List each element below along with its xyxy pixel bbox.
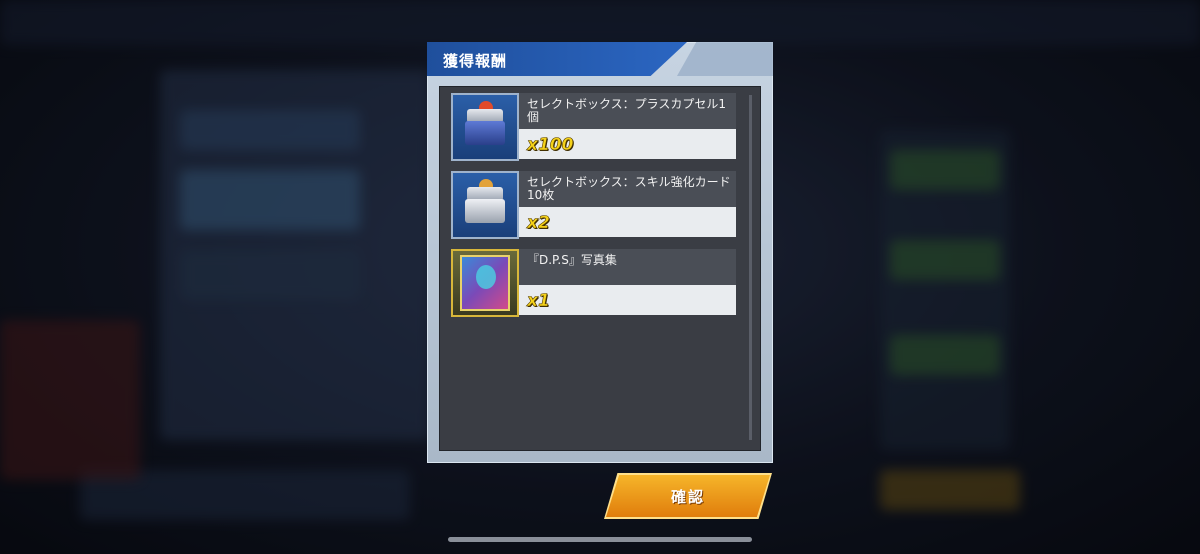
reward-item-name: セレクトボックス：スキル強化カード10枚 [527,175,731,202]
scrollbar[interactable] [749,95,752,440]
reward-dialog: 獲得報酬 セレクトボックス：プラスカプセル1個 x100 セレクトボックス：スキ… [427,42,773,463]
confirm-button[interactable]: 確認 [606,475,770,517]
reward-list[interactable]: セレクトボックス：プラスカプセル1個 x100 セレクトボックス：スキル強化カー… [439,86,761,451]
photo-album-icon [451,249,519,317]
reward-item-name: セレクトボックス：プラスカプセル1個 [527,97,727,124]
reward-item-photo-album[interactable]: 『D.P.S』写真集 x1 [451,249,736,319]
reward-item-quantity: x100 [527,135,574,156]
home-indicator[interactable] [448,537,752,542]
reward-item-name: 『D.P.S』写真集 [527,253,617,267]
reward-item-skill-card-box[interactable]: セレクトボックス：スキル強化カード10枚 x2 [451,171,736,241]
dialog-title: 獲得報酬 [443,52,508,70]
reward-item-quantity: x1 [527,291,550,312]
confirm-button-label: 確認 [670,487,705,506]
dialog-title-bar: 獲得報酬 [427,42,773,76]
reward-item-capsule-box[interactable]: セレクトボックス：プラスカプセル1個 x100 [451,93,736,163]
capsule-selectbox-icon [451,93,519,161]
skill-card-selectbox-icon [451,171,519,239]
reward-item-quantity: x2 [527,213,550,234]
